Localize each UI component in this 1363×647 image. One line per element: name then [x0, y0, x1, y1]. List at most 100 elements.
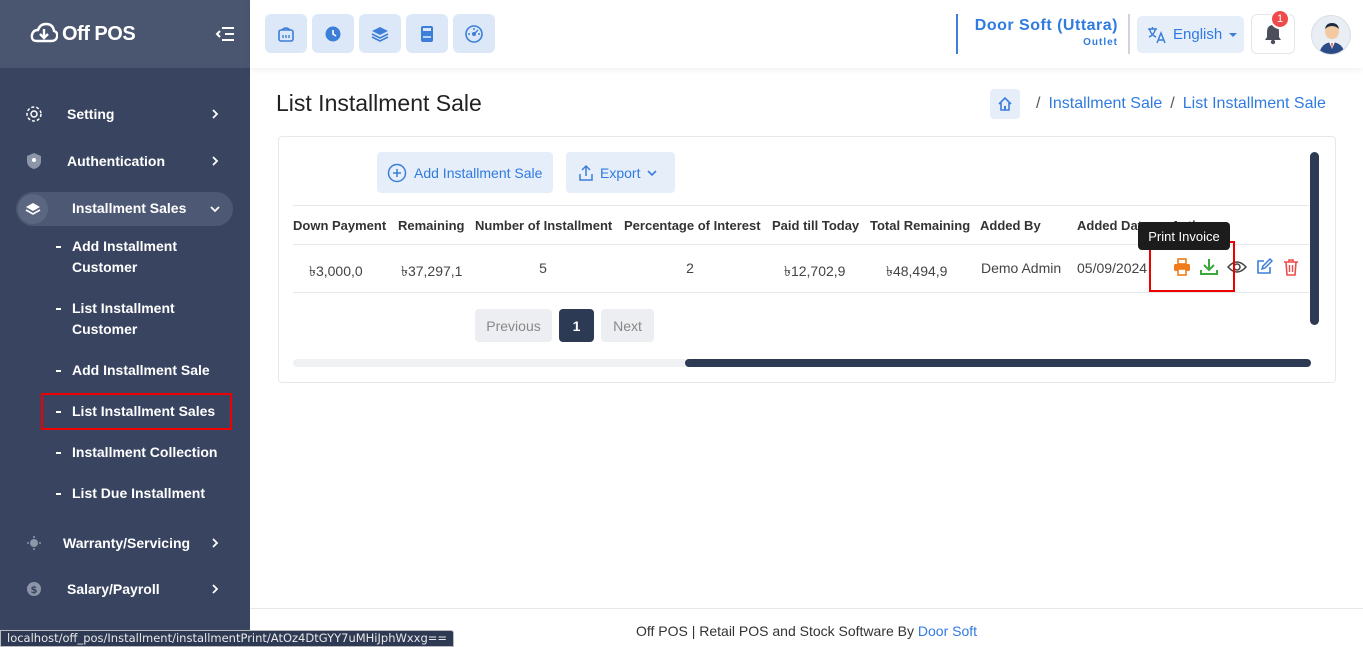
outlet-selector[interactable]: Door Soft (Uttara) Outlet [956, 14, 1130, 54]
layers-icon [371, 26, 389, 42]
breadcrumb-separator: / [1170, 95, 1175, 112]
sidebar-item-label: Salary/Payroll [67, 581, 160, 597]
printer-icon [1174, 258, 1190, 276]
dashboard-icon [465, 24, 483, 43]
sidebar-item-label: Setting [67, 106, 115, 122]
chevron-right-icon [212, 156, 219, 166]
gear-icon [24, 104, 44, 124]
pagination-next[interactable]: Next [601, 309, 654, 342]
sidebar-item-label: Warranty/Servicing [63, 535, 191, 551]
pos-button[interactable] [265, 14, 307, 53]
dollar-icon: $ [24, 579, 44, 599]
breadcrumb: / Installment Sale / List Installment Sa… [990, 89, 1326, 119]
calculator-icon [421, 25, 433, 42]
footer-text: Off POS | Retail POS and Stock Software … [635, 623, 918, 639]
sidebar: Off POS Setting Authentication Installme… [0, 0, 250, 647]
home-icon [998, 96, 1012, 111]
svg-text:$: $ [31, 585, 38, 596]
sidebar-header: Off POS [0, 0, 250, 68]
chevron-down-icon [210, 206, 220, 213]
breadcrumb-home[interactable] [990, 89, 1020, 119]
browser-status-url: localhost/off_pos/Installment/installmen… [0, 630, 455, 647]
service-icon [24, 533, 44, 553]
download-invoice-button[interactable] [1199, 257, 1219, 277]
column-header-installments[interactable]: Number of Installment [475, 218, 612, 233]
print-invoice-button[interactable] [1172, 257, 1192, 277]
sidebar-item-label: Authentication [67, 153, 165, 169]
horizontal-scrollbar-thumb[interactable] [685, 359, 1311, 367]
column-header-down-payment[interactable]: Down Payment [293, 218, 386, 233]
sub-item-label: List Due Installment [72, 485, 206, 501]
sidebar-sub-list-installment-customer[interactable]: List Installment Customer [56, 298, 236, 340]
edit-button[interactable] [1254, 257, 1274, 277]
dash-icon [56, 246, 61, 248]
sub-item-label: Add Installment Sale [72, 362, 210, 378]
breadcrumb-item-installment-sale[interactable]: Installment Sale [1048, 95, 1162, 113]
cell-paid: ৳12,702,9 [784, 263, 846, 279]
column-header-total-remaining[interactable]: Total Remaining [870, 218, 970, 233]
export-button-label: Export [600, 164, 641, 181]
cell-interest: 2 [686, 260, 694, 276]
user-avatar-icon [1319, 23, 1345, 54]
print-invoice-tooltip: Print Invoice [1138, 222, 1230, 250]
dash-icon [56, 370, 61, 372]
column-header-added-by[interactable]: Added By [980, 218, 1041, 233]
pagination-previous[interactable]: Previous [475, 309, 552, 342]
eye-icon [1227, 261, 1247, 273]
add-button-label: Add Installment Sale [414, 164, 543, 181]
cell-total-remaining: ৳48,494,9 [886, 263, 948, 279]
dash-icon [56, 452, 61, 454]
export-dropdown-button[interactable]: Export [566, 152, 675, 193]
sidebar-item-setting[interactable]: Setting [0, 94, 250, 134]
stock-button[interactable] [359, 14, 401, 53]
cell-added-by: Demo Admin [981, 260, 1062, 276]
logo-cloud-icon [30, 22, 58, 43]
sidebar-item-salary-payroll[interactable]: $ Salary/Payroll [0, 569, 250, 609]
cell-installments: 5 [539, 260, 547, 276]
translate-icon [1148, 26, 1166, 43]
sub-item-label: List Installment Customer [72, 300, 175, 337]
outlet-label: Outlet [1083, 37, 1118, 48]
page-title: List Installment Sale [276, 90, 482, 116]
chevron-right-icon [212, 538, 219, 548]
breadcrumb-separator: / [1036, 95, 1041, 112]
cell-remaining: ৳37,297,1 [401, 263, 463, 279]
sidebar-sub-add-installment-sale[interactable]: Add Installment Sale [56, 360, 236, 381]
dashboard-button[interactable] [453, 14, 495, 53]
sidebar-sub-installment-collection[interactable]: Installment Collection [56, 442, 236, 463]
pos-icon [278, 26, 294, 42]
sidebar-sub-add-installment-customer[interactable]: Add Installment Customer [56, 236, 236, 278]
delete-button[interactable] [1281, 257, 1301, 277]
layers-icon [18, 194, 48, 224]
sidebar-item-authentication[interactable]: Authentication [0, 141, 250, 181]
calculator-button[interactable] [406, 14, 448, 53]
language-label: English [1173, 26, 1223, 43]
view-button[interactable] [1227, 257, 1247, 277]
history-button[interactable] [312, 14, 354, 53]
installment-sales-card: Add Installment Sale Export Down Payment… [278, 136, 1336, 383]
sidebar-item-installment-sales[interactable]: Installment Sales [16, 192, 233, 226]
vertical-scrollbar-thumb[interactable] [1310, 152, 1319, 325]
column-header-interest[interactable]: Percentage of Interest [624, 218, 761, 233]
app-logo[interactable]: Off POS [30, 21, 136, 47]
dash-icon [56, 308, 61, 310]
chevron-right-icon [212, 584, 219, 594]
clock-icon [325, 26, 341, 41]
sidebar-sub-list-installment-sales[interactable]: List Installment Sales [56, 401, 236, 422]
notification-badge: 1 [1270, 9, 1290, 29]
sidebar-item-label: Installment Sales [72, 200, 187, 216]
language-dropdown[interactable]: English [1137, 16, 1244, 53]
collapse-menu-icon[interactable] [214, 23, 236, 45]
footer-link[interactable]: Door Soft [918, 623, 977, 639]
sidebar-sub-list-due-installment[interactable]: List Due Installment [56, 483, 236, 504]
pagination-page-1[interactable]: 1 [559, 309, 594, 342]
cell-down-payment: ৳3,000,0 [309, 263, 363, 279]
sub-item-label: Add Installment Customer [72, 238, 178, 275]
column-header-remaining[interactable]: Remaining [398, 218, 464, 233]
avatar[interactable] [1311, 15, 1351, 55]
caret-down-icon [1229, 32, 1238, 37]
sidebar-item-warranty-servicing[interactable]: Warranty/Servicing [0, 523, 250, 563]
column-header-paid[interactable]: Paid till Today [772, 218, 859, 233]
add-installment-sale-button[interactable]: Add Installment Sale [377, 152, 553, 193]
trash-icon [1284, 259, 1298, 276]
